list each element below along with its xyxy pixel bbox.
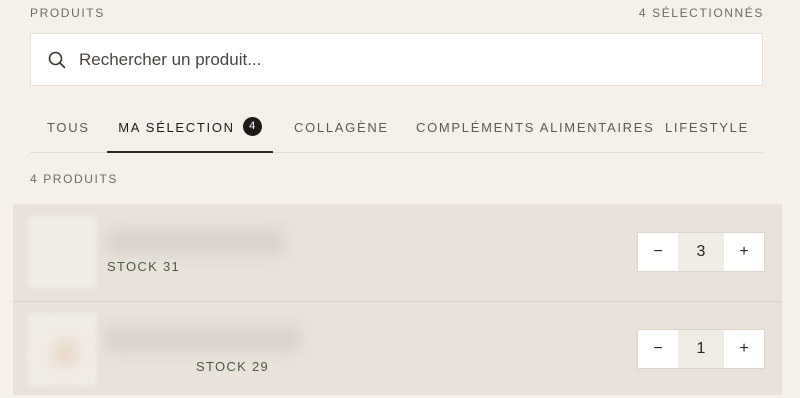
product-image bbox=[27, 314, 97, 386]
product-image bbox=[27, 216, 97, 288]
search-input[interactable] bbox=[79, 34, 739, 85]
product-name-redacted bbox=[108, 229, 283, 255]
tab-complements-alimentaires[interactable]: COMPLÉMENTS ALIMENTAIRES bbox=[416, 104, 655, 152]
search-icon bbox=[48, 51, 66, 69]
products-count: 4 PRODUITS bbox=[30, 172, 119, 186]
increment-button[interactable]: + bbox=[724, 233, 764, 271]
tab-collagene[interactable]: COLLAGÈNE bbox=[294, 104, 389, 152]
stock-label: STOCK 31 bbox=[107, 259, 181, 274]
tab-label: MA SÉLECTION bbox=[118, 120, 235, 135]
product-row: STOCK 31 − 3 + bbox=[13, 204, 782, 300]
tab-lifestyle[interactable]: LIFESTYLE bbox=[665, 104, 749, 152]
product-name-redacted bbox=[105, 326, 300, 352]
decrement-button[interactable]: − bbox=[638, 330, 678, 368]
quantity-stepper[interactable]: − 1 + bbox=[637, 329, 765, 369]
tab-label: TOUS bbox=[47, 120, 90, 135]
section-header: PRODUITS 4 SÉLECTIONNÉS bbox=[30, 6, 764, 20]
selected-count: 4 SÉLECTIONNÉS bbox=[638, 6, 764, 20]
search-box[interactable] bbox=[30, 33, 763, 86]
quantity-value[interactable]: 1 bbox=[678, 330, 724, 368]
tab-tous[interactable]: TOUS bbox=[47, 104, 90, 152]
stock-label: STOCK 29 bbox=[196, 359, 270, 374]
category-tabs: TOUS MA SÉLECTION 4 COLLAGÈNE COMPLÉMENTS… bbox=[30, 104, 763, 153]
tab-ma-selection[interactable]: MA SÉLECTION 4 bbox=[107, 104, 273, 153]
decrement-button[interactable]: − bbox=[638, 233, 678, 271]
product-list: STOCK 31 − 3 + STOCK 29 − 1 + bbox=[13, 204, 782, 395]
section-title: PRODUITS bbox=[30, 6, 105, 20]
tab-label: LIFESTYLE bbox=[665, 120, 749, 135]
quantity-value[interactable]: 3 bbox=[678, 233, 724, 271]
active-tab-indicator bbox=[107, 151, 273, 153]
tab-label: COMPLÉMENTS ALIMENTAIRES bbox=[416, 120, 655, 135]
increment-button[interactable]: + bbox=[724, 330, 764, 368]
selection-count-badge: 4 bbox=[242, 117, 262, 137]
quantity-stepper[interactable]: − 3 + bbox=[637, 232, 765, 272]
tab-label: COLLAGÈNE bbox=[294, 120, 389, 135]
product-row: STOCK 29 − 1 + bbox=[13, 301, 782, 398]
